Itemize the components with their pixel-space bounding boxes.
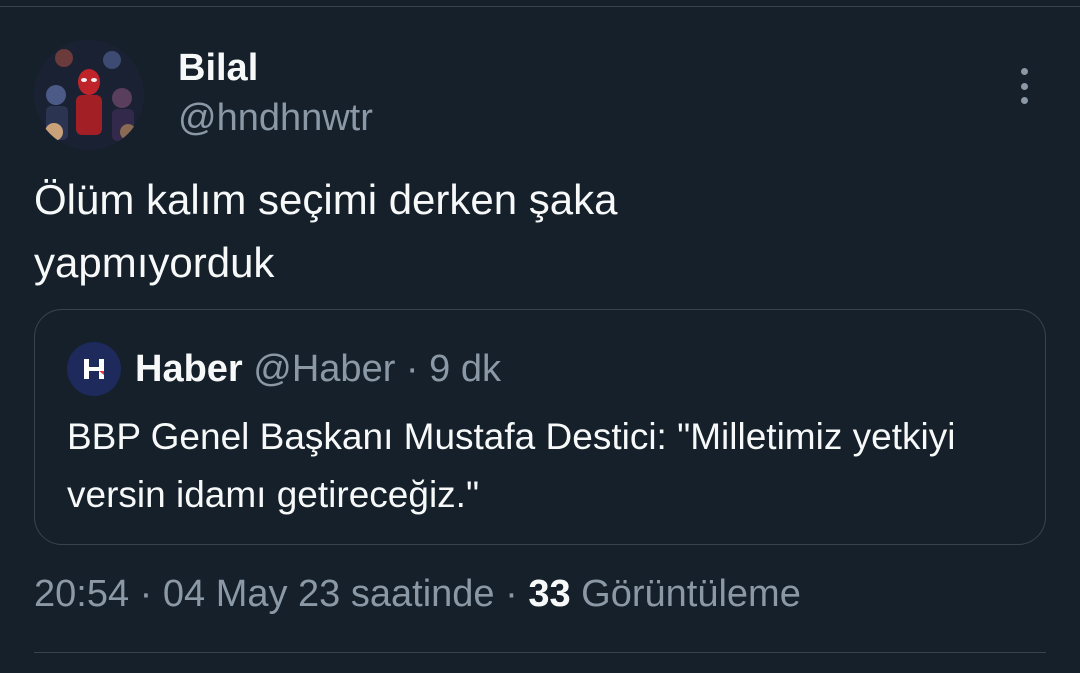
meta-separator: · [494,573,529,615]
top-divider [0,6,1080,7]
avatar-image [34,40,144,150]
more-vertical-icon[interactable] [1004,64,1044,108]
quoted-tweet-card[interactable]: Haber @Haber · 9 dk BBP Genel Başkanı Mu… [34,309,1046,545]
tweet-meta-row: 20:54 · 04 May 23 saatinde · 33 Görüntül… [34,570,801,618]
views-count[interactable]: 33 [528,573,570,615]
more-dot [1020,97,1028,104]
quote-header: Haber @Haber · 9 dk [135,344,501,394]
more-dot [1020,82,1028,90]
quote-separator: · [395,348,430,390]
tweet-text: Ölüm kalım seçimi derken şaka yapmıyordu… [34,176,618,286]
views-label[interactable]: Görüntüleme [581,573,801,615]
tweet-detail-page: Bilal @hndhnwtr Ölüm kalım seçimi derken… [0,0,1080,673]
quote-text: BBP Genel Başkanı Mustafa Destici: "Mill… [67,416,956,515]
author-avatar[interactable] [34,40,144,150]
author-name[interactable]: Bilal [178,46,258,90]
quote-time[interactable]: 9 dk [429,348,501,390]
tweet-time[interactable]: 20:54 [34,573,129,615]
quote-avatar[interactable] [67,342,121,396]
more-dot [1020,68,1028,75]
bottom-divider [34,652,1046,653]
author-handle[interactable]: @hndhnwtr [178,96,373,140]
quote-author-name[interactable]: Haber [135,348,243,390]
tweet-date[interactable]: 04 May 23 saatinde [163,573,495,615]
haber-logo-icon [84,359,104,379]
quote-author-handle[interactable]: @Haber [253,348,395,390]
meta-separator: · [129,573,163,615]
